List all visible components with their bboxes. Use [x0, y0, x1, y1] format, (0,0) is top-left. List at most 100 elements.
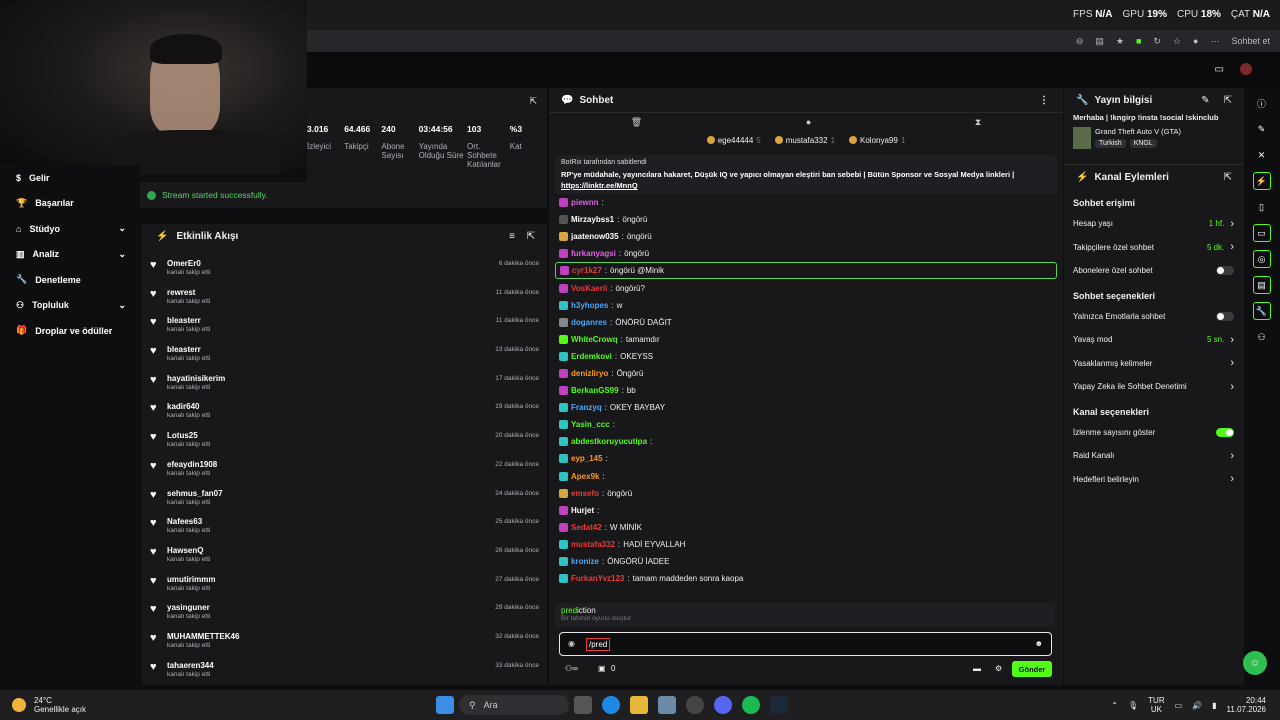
chat-username[interactable]: emsefo	[571, 489, 599, 498]
settings-control[interactable]: ›	[1224, 381, 1234, 393]
gifter[interactable]: ege44444 5	[706, 135, 761, 145]
profile-icon[interactable]: ●	[1193, 36, 1198, 46]
settings-row[interactable]: Hesap yaşı 1 hf. ›	[1064, 212, 1244, 236]
chat-username[interactable]: Apex9k	[571, 472, 599, 481]
tag-chip[interactable]: KNGL	[1129, 139, 1157, 148]
settings-control[interactable]: ›	[1224, 473, 1234, 485]
app-icon[interactable]	[658, 696, 677, 714]
settings-row[interactable]: Yavaş mod 5 sn. ›	[1064, 328, 1244, 352]
chat-username[interactable]: FurkanYvz123	[571, 574, 624, 583]
chat-username[interactable]: jaatenow035	[571, 232, 619, 241]
popout-icon[interactable]: ⇱	[1224, 95, 1232, 106]
settings-row[interactable]: Takipçilere özel sohbet 5 dk. ›	[1064, 236, 1244, 260]
broadcast-icon[interactable]: ◎	[1252, 250, 1271, 268]
chat-username[interactable]: kronize	[571, 557, 599, 566]
task-view-icon[interactable]	[574, 696, 593, 714]
pencil-icon[interactable]: ✎	[1253, 120, 1271, 138]
reader-icon[interactable]: ▤	[1095, 36, 1104, 47]
edge-icon[interactable]	[602, 696, 621, 714]
info-icon[interactable]: ⓘ	[1253, 94, 1271, 112]
spotify-icon[interactable]	[742, 696, 761, 714]
trash-icon[interactable]: 🗑	[631, 117, 642, 128]
sidebar-item[interactable]: ▥ Analiz ⌄	[0, 242, 140, 268]
sidebar-item[interactable]: 🎁 Droplar ve ödüller	[0, 318, 140, 344]
chat-username[interactable]: Hurjet	[571, 506, 594, 515]
chat-input-value[interactable]: /pred	[586, 638, 611, 651]
mic-icon[interactable]: 🎙	[1128, 701, 1138, 710]
speech-icon[interactable]: ●	[806, 117, 811, 127]
chat-username[interactable]: cyr1k27	[572, 266, 602, 275]
chat-username[interactable]: eyp_145	[571, 454, 603, 463]
send-button[interactable]: Gönder	[1012, 661, 1052, 677]
chat-icon[interactable]: ▭	[1252, 224, 1271, 242]
wrench-icon[interactable]: 🔧	[1252, 302, 1271, 320]
edit-icon[interactable]: ✎	[1201, 95, 1209, 106]
zoom-icon[interactable]: ⊖	[1076, 36, 1084, 47]
gear-icon[interactable]: ⚙	[995, 664, 1002, 673]
weather-icon[interactable]	[12, 698, 26, 712]
chat-username[interactable]: abdestkoruyucutipa	[571, 437, 647, 446]
chat-username[interactable]: mustafa332	[571, 540, 615, 549]
gifter[interactable]: Kolonya99 1	[849, 135, 905, 145]
battery-icon[interactable]: ▮	[1212, 701, 1216, 710]
sidebar-item[interactable]: $ Gelir	[0, 165, 140, 191]
pinned-link[interactable]: https://linktr.ee/MnnQ	[561, 181, 1051, 190]
sidebar-item[interactable]: 🔧 Denetleme	[0, 267, 140, 293]
settings-row[interactable]: Yalnızca Emotlarla sohbet	[1064, 305, 1244, 329]
chat-username[interactable]: BerkanGS99	[571, 386, 619, 395]
emote-icon[interactable]: ◉	[568, 639, 575, 648]
chevron-up-icon[interactable]: ⌃	[1111, 701, 1118, 710]
chat-username[interactable]: h3yhopes	[571, 301, 608, 310]
support-button[interactable]: ☺	[1243, 651, 1267, 675]
settings-control[interactable]	[1216, 427, 1234, 437]
chat-window-icon[interactable]: ▭	[1215, 64, 1224, 75]
tag-chip[interactable]: Turkish	[1095, 139, 1126, 148]
smile-icon[interactable]: ☻	[1035, 639, 1043, 648]
chat-username[interactable]: Erdemkovi	[571, 352, 612, 361]
star-icon[interactable]: ★	[1116, 36, 1124, 47]
bolt-icon[interactable]: ⚡	[1252, 172, 1271, 190]
more-icon[interactable]: ⋮	[1039, 95, 1049, 106]
toggle-switch[interactable]	[1216, 427, 1234, 437]
clock[interactable]: 20:44 11.07.2026	[1227, 696, 1266, 714]
chat-username[interactable]: VosKaerii	[571, 284, 607, 293]
settings-control[interactable]: ›	[1224, 450, 1234, 462]
command-suggestion[interactable]: prediction Bir tahmin oyunu oluştur	[555, 603, 1055, 627]
settings-row[interactable]: Hedefleri belirleyin ›	[1064, 468, 1244, 492]
sidebar-item[interactable]: ⚇ Topluluk ⌄	[0, 293, 140, 319]
phone-icon[interactable]: ▯	[1253, 198, 1271, 216]
chat-settings-icon[interactable]: ▬	[973, 664, 981, 673]
gifter[interactable]: mustafa332 1	[774, 135, 835, 145]
volume-icon[interactable]: 🔊	[1192, 701, 1202, 710]
settings-row[interactable]: İzlenme sayısını göster	[1064, 421, 1244, 445]
users-icon[interactable]: ⚇∞	[565, 664, 578, 673]
chat-username[interactable]: Yasin_ccc	[571, 420, 610, 429]
popout-icon[interactable]: ⇱	[529, 96, 537, 107]
popout-icon[interactable]: ⇱	[527, 231, 535, 242]
more-icon[interactable]: ⋯	[1210, 36, 1219, 47]
chat-username[interactable]: furkanyagsi	[571, 249, 616, 258]
settings-control[interactable]: ›	[1224, 357, 1234, 369]
sohbet-et-button[interactable]: Sohbet et	[1231, 36, 1270, 46]
settings-row[interactable]: Yasaklanmış kelimeler ›	[1064, 352, 1244, 376]
settings-control[interactable]	[1216, 311, 1234, 321]
favorites-icon[interactable]: ☆	[1173, 36, 1181, 47]
sidebar-item[interactable]: ⌂ Stüdyo ⌄	[0, 216, 140, 242]
settings-control[interactable]: 5 sn. ›	[1207, 334, 1234, 346]
refresh-icon[interactable]: ↻	[1153, 36, 1161, 47]
settings-control[interactable]: 1 hf. ›	[1209, 218, 1234, 230]
toggle-switch[interactable]	[1216, 311, 1234, 321]
chat-username[interactable]: Franzyq	[571, 403, 602, 412]
obs-icon[interactable]	[686, 696, 705, 714]
chat-username[interactable]: WhiteCrowq	[571, 335, 618, 344]
steam-icon[interactable]	[770, 696, 789, 714]
chat-input[interactable]: ◉ /pred ☻	[559, 632, 1052, 656]
avatar[interactable]	[1240, 63, 1252, 75]
toggle-switch[interactable]	[1216, 266, 1234, 276]
popout-icon[interactable]: ⇱	[1224, 172, 1232, 183]
search-box[interactable]: ⚲ Ara	[459, 695, 570, 715]
sidebar-item[interactable]: 🏆 Başarılar	[0, 191, 140, 217]
network-icon[interactable]: ▭	[1175, 701, 1183, 710]
language[interactable]: TUR UK	[1148, 696, 1164, 714]
chat-username[interactable]: Sedat42	[571, 523, 602, 532]
